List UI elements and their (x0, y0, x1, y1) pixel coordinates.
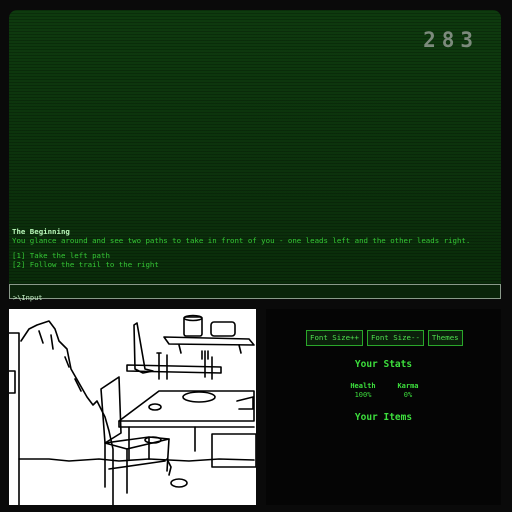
command-input[interactable] (10, 291, 500, 305)
kitchen-sketch-image (9, 314, 256, 505)
karma-value: 0% (403, 391, 413, 399)
karma-stat: Karma 0% (392, 382, 424, 400)
items-heading: Your Items (354, 412, 413, 423)
scene-illustration (9, 309, 256, 505)
choice-item[interactable]: [2] Follow the trail to the right (12, 260, 498, 269)
story-title: The Beginning (12, 227, 70, 236)
choice-item[interactable]: [1] Take the left path (12, 251, 498, 260)
side-panel: Font Size++ Font Size-- Themes Your Stat… (266, 309, 501, 505)
story-area: The Beginning You glance around and see … (12, 227, 498, 270)
health-label: Health (350, 382, 376, 390)
terminal-screen: 283 The Beginning You glance around and … (9, 10, 501, 284)
font-size-increase-button[interactable]: Font Size++ (306, 330, 363, 346)
score-counter: 283 (423, 28, 479, 52)
health-value: 100% (354, 391, 372, 399)
command-input-wrapper (9, 284, 501, 305)
toolbar: Font Size++ Font Size-- Themes (306, 330, 463, 346)
themes-button[interactable]: Themes (427, 330, 463, 346)
karma-label: Karma (397, 382, 419, 390)
story-text: You glance around and see two paths to t… (12, 236, 471, 246)
health-stat: Health 100% (345, 382, 381, 400)
stats-heading: Your Stats (354, 359, 413, 370)
font-size-decrease-button[interactable]: Font Size-- (366, 330, 424, 346)
choice-list: [1] Take the left path [2] Follow the tr… (12, 251, 498, 270)
